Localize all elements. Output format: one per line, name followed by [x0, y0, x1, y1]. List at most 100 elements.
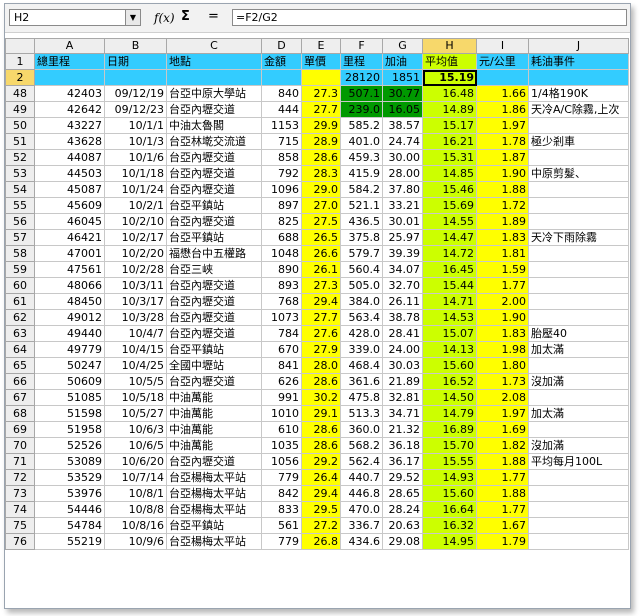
cell[interactable]: 28.6	[301, 149, 341, 166]
cell[interactable]: 15.60	[422, 357, 477, 374]
cell[interactable]: 台亞內壢交道	[166, 373, 262, 390]
cell[interactable]: 37.80	[382, 181, 423, 198]
cell[interactable]: 42403	[34, 85, 105, 102]
column-title-b[interactable]: 日期	[104, 53, 167, 70]
cell[interactable]: 361.6	[340, 373, 383, 390]
cell[interactable]	[166, 69, 262, 86]
cell[interactable]	[476, 69, 529, 86]
cell[interactable]: 375.8	[340, 229, 383, 246]
cell[interactable]: 16.45	[422, 261, 477, 278]
cell[interactable]: 858	[261, 149, 302, 166]
active-cell[interactable]: 15.19	[422, 69, 477, 86]
cell[interactable]: 1.77	[476, 469, 529, 486]
cell[interactable]	[301, 69, 341, 86]
cell[interactable]: 15.07	[422, 325, 477, 342]
cell[interactable]	[528, 533, 629, 550]
cell[interactable]: 14.85	[422, 165, 477, 182]
cell[interactable]: 28.0	[301, 357, 341, 374]
cell[interactable]: 30.03	[382, 357, 423, 374]
cell[interactable]	[528, 261, 629, 278]
cell[interactable]: 16.89	[422, 421, 477, 438]
cell[interactable]: 台亞內壢交道	[166, 181, 262, 198]
cell[interactable]	[528, 117, 629, 134]
cell[interactable]: 10/2/10	[104, 213, 167, 230]
cell[interactable]: 1.82	[476, 437, 529, 454]
cell[interactable]	[528, 293, 629, 310]
row-header[interactable]: 70	[5, 437, 35, 454]
cell[interactable]: 1073	[261, 309, 302, 326]
column-title-d[interactable]: 金額	[261, 53, 302, 70]
column-header-g[interactable]: G	[382, 38, 423, 54]
cell[interactable]: 10/1/3	[104, 133, 167, 150]
cell[interactable]: 1.86	[476, 101, 529, 118]
cell[interactable]: 34.07	[382, 261, 423, 278]
cell[interactable]: 1.83	[476, 325, 529, 342]
cell[interactable]: 30.77	[382, 85, 423, 102]
cell[interactable]: 10/3/11	[104, 277, 167, 294]
column-title-f[interactable]: 里程	[340, 53, 383, 70]
column-title-e[interactable]: 單價	[301, 53, 341, 70]
row-header[interactable]: 67	[5, 389, 35, 406]
cell[interactable]: 43227	[34, 117, 105, 134]
cell[interactable]: 15.55	[422, 453, 477, 470]
cell[interactable]: 29.1	[301, 405, 341, 422]
cell[interactable]: 中油萬能	[166, 389, 262, 406]
cell[interactable]: 24.00	[382, 341, 423, 358]
cell[interactable]: 10/1/6	[104, 149, 167, 166]
sum-icon[interactable]: Σ	[181, 9, 190, 25]
cell[interactable]: 14.47	[422, 229, 477, 246]
cell[interactable]: 10/6/20	[104, 453, 167, 470]
cell[interactable]: 10/6/5	[104, 437, 167, 454]
cell[interactable]: 610	[261, 421, 302, 438]
cell[interactable]: 792	[261, 165, 302, 182]
cell[interactable]: 10/4/7	[104, 325, 167, 342]
cell[interactable]: 中油萬能	[166, 421, 262, 438]
function-wizard-icon[interactable]: f(x)	[154, 10, 175, 26]
cell[interactable]: 890	[261, 261, 302, 278]
cell[interactable]: 16.32	[422, 517, 477, 534]
cell[interactable]: 505.0	[340, 277, 383, 294]
cell[interactable]: 28.41	[382, 325, 423, 342]
cell[interactable]: 20.63	[382, 517, 423, 534]
cell[interactable]: 440.7	[340, 469, 383, 486]
cell[interactable]: 16.52	[422, 373, 477, 390]
row-header[interactable]: 72	[5, 469, 35, 486]
cell[interactable]: 24.74	[382, 133, 423, 150]
cell[interactable]: 339.0	[340, 341, 383, 358]
equals-icon[interactable]: =	[208, 9, 219, 25]
cell[interactable]: 29.9	[301, 117, 341, 134]
cell[interactable]: 14.71	[422, 293, 477, 310]
cell[interactable]: 842	[261, 485, 302, 502]
cell[interactable]: 沒加滿	[528, 437, 629, 454]
cell[interactable]: 1.80	[476, 357, 529, 374]
cell[interactable]: 336.7	[340, 517, 383, 534]
cell[interactable]: 1.77	[476, 277, 529, 294]
cell[interactable]	[528, 389, 629, 406]
row-header[interactable]: 63	[5, 325, 35, 342]
cell[interactable]: 台亞內壢交道	[166, 149, 262, 166]
cell[interactable]: 10/7/14	[104, 469, 167, 486]
cell[interactable]: 台亞內壢交道	[166, 325, 262, 342]
cell[interactable]: 51085	[34, 389, 105, 406]
column-header-h[interactable]: H	[422, 38, 477, 54]
cell[interactable]: 32.81	[382, 389, 423, 406]
row-header[interactable]: 57	[5, 229, 35, 246]
cell[interactable]: 670	[261, 341, 302, 358]
cell[interactable]: 28.65	[382, 485, 423, 502]
cell[interactable]: 1.83	[476, 229, 529, 246]
cell[interactable]: 1.59	[476, 261, 529, 278]
cell[interactable]: 10/5/5	[104, 373, 167, 390]
cell[interactable]: 14.50	[422, 389, 477, 406]
cell[interactable]: 715	[261, 133, 302, 150]
cell[interactable]: 29.0	[301, 181, 341, 198]
cell[interactable]: 27.7	[301, 309, 341, 326]
row-header[interactable]: 74	[5, 501, 35, 518]
cell[interactable]: 台亞內壢交道	[166, 101, 262, 118]
cell[interactable]: 10/5/27	[104, 405, 167, 422]
cell[interactable]: 28.6	[301, 421, 341, 438]
row-header[interactable]: 58	[5, 245, 35, 262]
cell[interactable]: 27.3	[301, 277, 341, 294]
cell[interactable]: 833	[261, 501, 302, 518]
cell[interactable]: 563.4	[340, 309, 383, 326]
select-all-corner[interactable]	[5, 38, 35, 54]
